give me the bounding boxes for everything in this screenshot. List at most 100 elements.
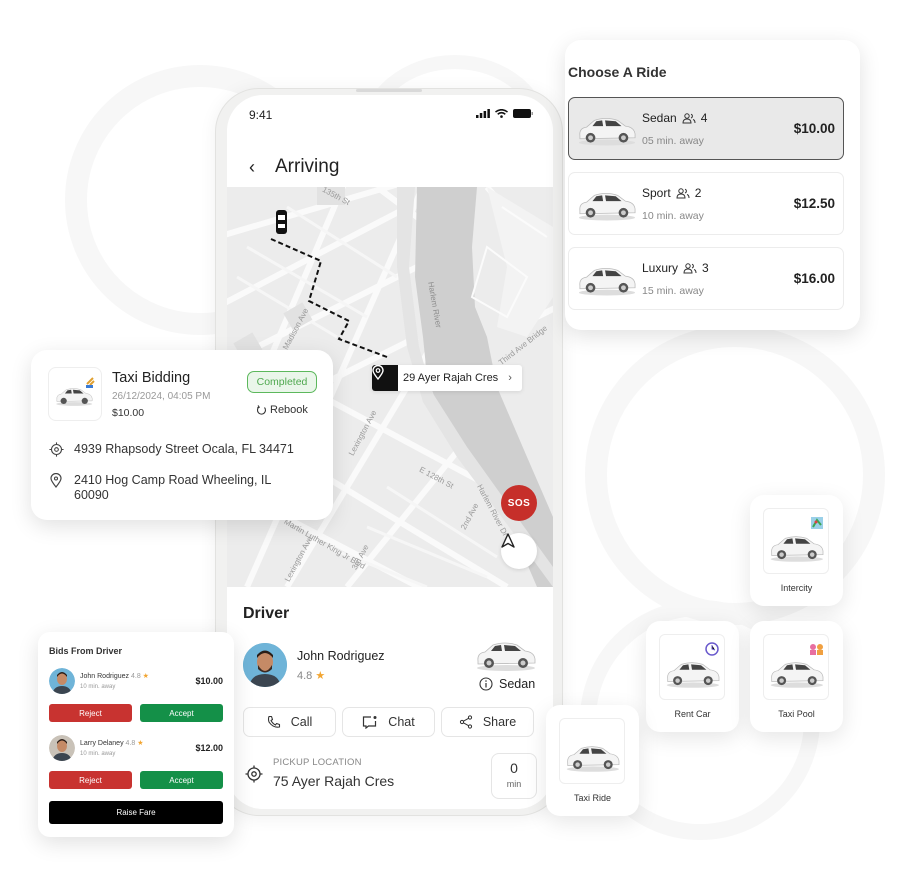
star-icon: ★ — [315, 670, 326, 682]
choose-ride-title: Choose A Ride — [568, 64, 667, 80]
drop-address-text: 2410 Hog Camp Road Wheeling, IL 60090 — [74, 473, 271, 502]
driver-rating: 4.8 ★ — [297, 669, 325, 682]
ride-type: Sedan — [642, 111, 677, 125]
ride-name: Luxury 3 — [642, 261, 709, 275]
vehicle-type[interactable]: Sedan — [479, 677, 535, 691]
refresh-icon — [256, 404, 267, 415]
accept-button[interactable]: Accept — [140, 704, 223, 722]
pickup-label: PICKUP LOCATION — [273, 757, 362, 768]
promo-stage: 9:41 ‹ Arriving 135th St Madison Ave Har… — [0, 0, 901, 880]
bidder-name-text: John Rodriguez — [80, 673, 130, 680]
share-button[interactable]: Share — [441, 707, 534, 737]
ride-option[interactable]: Luxury 3 15 min. away $16.00 — [568, 247, 844, 310]
signal-icon — [476, 109, 490, 118]
car-marker — [276, 210, 287, 234]
service-label: Intercity — [780, 583, 813, 593]
seat-count: 4 — [700, 111, 708, 125]
ride-eta: 10 min. away — [642, 210, 704, 222]
bidder-name: John Rodriguez 4.8 ★ — [80, 672, 149, 680]
chevron-right-icon: › — [508, 372, 512, 384]
destination-chip[interactable]: 29 Ayer Rajah Cres › — [372, 365, 522, 391]
pickup-address-text: 4939 Rhapsody Street Ocala, FL 34471 — [74, 442, 294, 456]
share-icon — [459, 715, 472, 729]
status-badge: Completed — [247, 371, 317, 393]
rebook-button[interactable]: Rebook — [256, 404, 308, 416]
ride-eta: 05 min. away — [642, 135, 704, 147]
car-image — [477, 642, 536, 671]
location-pin-icon — [48, 473, 64, 503]
pickup-location: PICKUP LOCATION 75 Ayer Rajah Cres 0 min — [243, 751, 537, 799]
status-time: 9:41 — [249, 108, 273, 122]
car-image — [763, 508, 829, 574]
phone-speaker — [356, 89, 422, 92]
bidder-rating: 4.8 — [130, 673, 141, 680]
trip-title: Taxi Bidding — [112, 370, 191, 386]
service-intercity[interactable]: Intercity — [750, 495, 843, 606]
driver-heading: Driver — [243, 605, 290, 622]
ride-type: Sport — [642, 186, 671, 200]
bidder-name-text: Larry Delaney — [80, 740, 124, 747]
trip-history-card[interactable]: Taxi Bidding 26/12/2024, 04:05 PM $10.00… — [31, 350, 333, 520]
car-image — [559, 718, 625, 784]
crosshair-icon — [48, 442, 64, 457]
share-label: Share — [482, 715, 517, 729]
driver-avatar — [243, 643, 287, 687]
phone-icon — [267, 715, 280, 728]
ride-option[interactable]: Sport 2 10 min. away $12.50 — [568, 172, 844, 235]
service-taxi-pool[interactable]: Taxi Pool — [750, 621, 843, 732]
seat-count: 3 — [702, 261, 709, 275]
pickup-value: 75 Ayer Rajah Cres — [273, 773, 395, 789]
eta-box: 0 min — [491, 753, 537, 799]
sos-button[interactable]: SOS — [501, 485, 537, 521]
navigation-arrow-icon — [501, 533, 515, 548]
ride-price: $12.50 — [793, 196, 835, 211]
reject-button[interactable]: Reject — [49, 704, 132, 722]
driver-panel: Driver John Rodriguez 4.8 ★ Sedan Call C… — [227, 587, 553, 809]
driver-bids-card: Bids From Driver John Rodriguez 4.8 ★ 10 … — [38, 632, 234, 837]
drop-address: 2410 Hog Camp Road Wheeling, IL 60090 — [48, 473, 308, 503]
choose-ride-card: Choose A Ride Sedan 4 05 min. away $10.00 Sp… — [565, 40, 860, 330]
rebook-label: Rebook — [270, 404, 308, 416]
trip-price: $10.00 — [112, 407, 145, 419]
ride-type: Luxury — [642, 261, 679, 275]
car-image — [578, 268, 636, 296]
wifi-icon — [495, 109, 508, 118]
destination-text: 29 Ayer Rajah Cres — [403, 372, 499, 384]
bid-amount: $12.00 — [195, 743, 223, 753]
raise-fare-button[interactable]: Raise Fare — [49, 801, 223, 824]
chat-button[interactable]: Chat — [342, 707, 435, 737]
vehicle-type-label: Sedan — [499, 677, 536, 691]
eta-unit: min — [506, 779, 522, 789]
service-taxi-ride[interactable]: Taxi Ride — [546, 705, 639, 816]
recenter-button[interactable] — [501, 533, 537, 569]
ride-price: $10.00 — [793, 121, 835, 136]
bidder-rating: 4.8 — [125, 740, 136, 747]
page-title: Arriving — [275, 156, 340, 177]
service-label: Taxi Pool — [778, 709, 815, 719]
call-label: Call — [290, 715, 313, 729]
chat-icon — [363, 716, 377, 729]
ride-eta: 15 min. away — [642, 285, 704, 297]
trip-datetime: 26/12/2024, 04:05 PM — [112, 391, 211, 402]
car-image — [578, 118, 636, 146]
battery-icon — [513, 109, 533, 118]
bidder-name: Larry Delaney 4.8 ★ — [80, 739, 144, 747]
service-label: Taxi Ride — [573, 793, 611, 803]
rating-value: 4.8 — [297, 670, 313, 682]
star-icon: ★ — [142, 673, 149, 680]
back-button[interactable]: ‹ — [249, 157, 265, 178]
bid-actions: Reject Accept — [49, 771, 223, 789]
bid-actions: Reject Accept — [49, 704, 223, 722]
accept-button[interactable]: Accept — [140, 771, 223, 789]
service-label: Rent Car — [674, 709, 711, 719]
ride-price: $16.00 — [793, 271, 835, 286]
ride-option[interactable]: Sedan 4 05 min. away $10.00 — [568, 97, 844, 160]
eta-value: 0 — [510, 760, 518, 776]
call-button[interactable]: Call — [243, 707, 336, 737]
ride-name: Sedan 4 — [642, 111, 707, 125]
location-pin-icon — [372, 365, 398, 391]
reject-button[interactable]: Reject — [49, 771, 132, 789]
pickup-address: 4939 Rhapsody Street Ocala, FL 34471 — [48, 442, 294, 457]
service-rent-car[interactable]: Rent Car — [646, 621, 739, 732]
passengers-icon — [676, 187, 690, 198]
